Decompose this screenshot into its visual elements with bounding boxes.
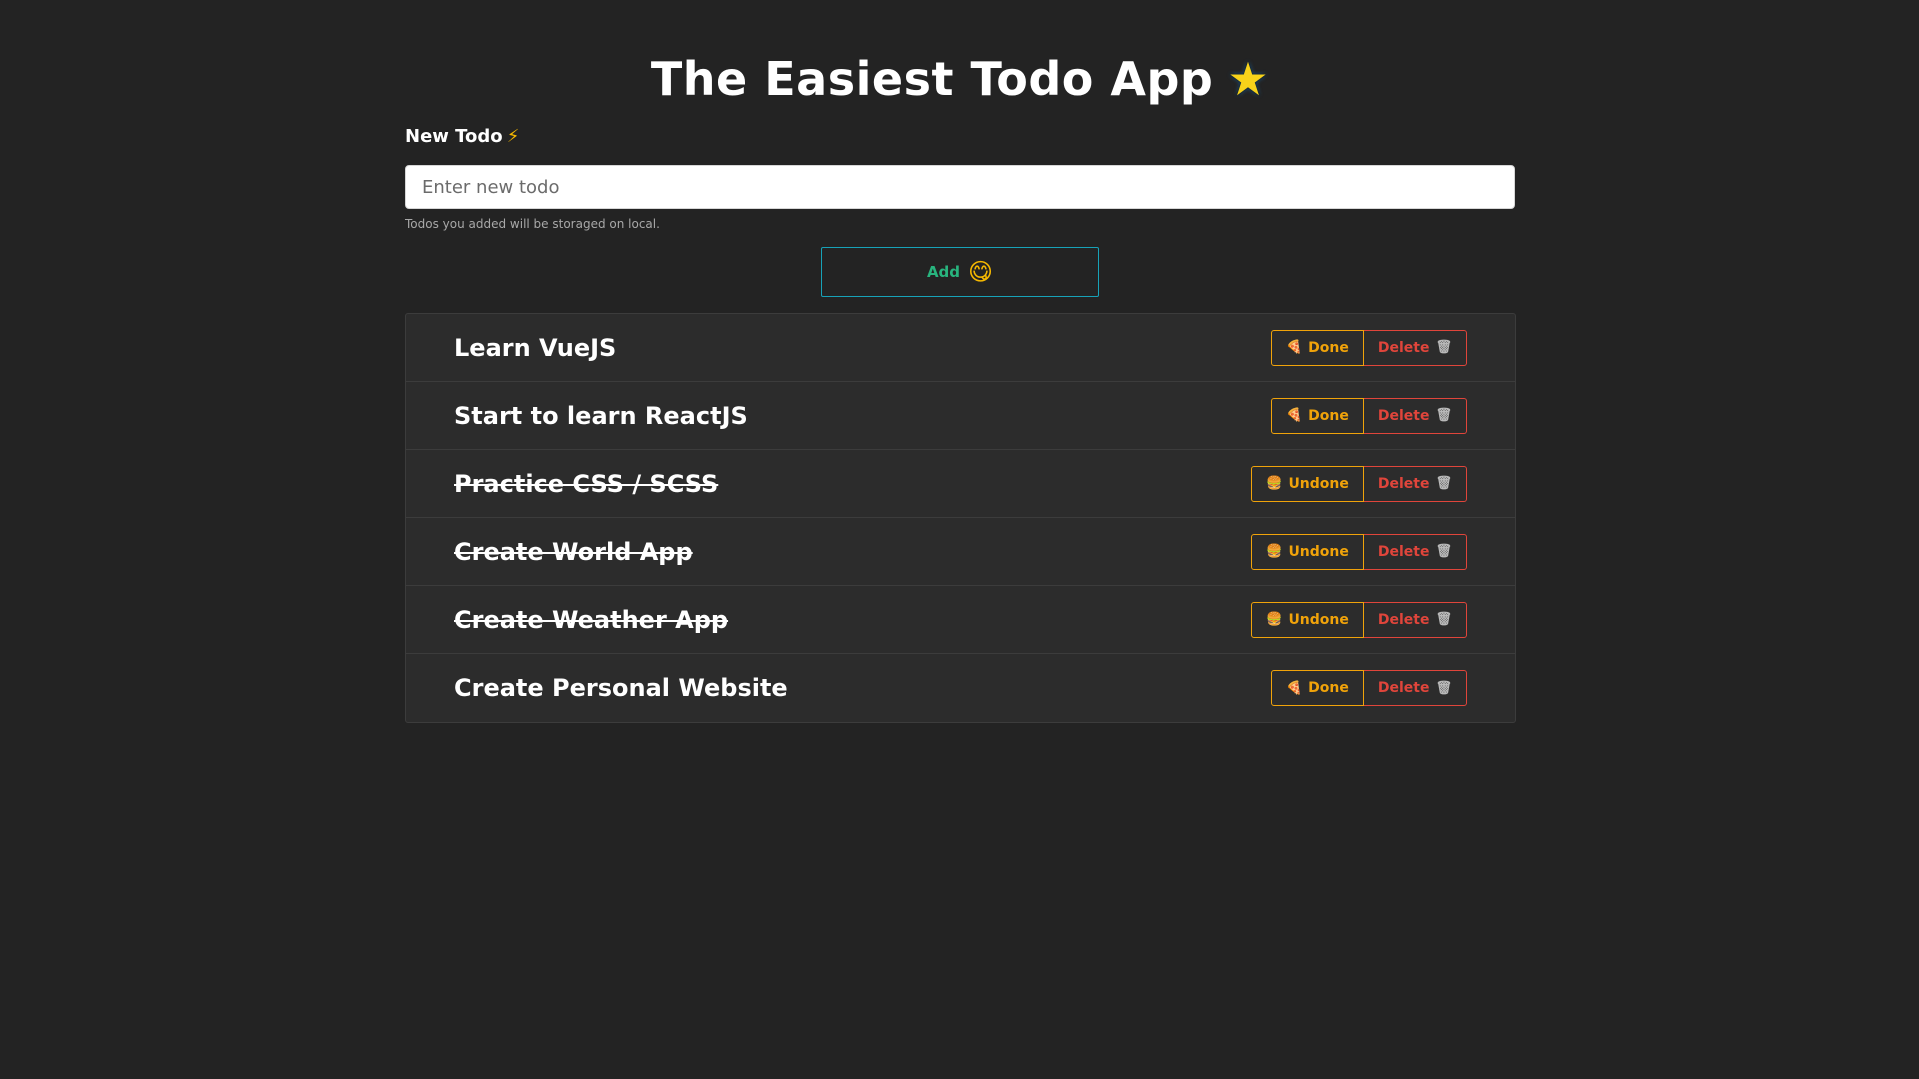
star-icon: ★ xyxy=(1227,52,1270,106)
trash-icon: 🗑 xyxy=(1435,680,1452,696)
todo-list: Learn VueJS 🍕 Done Delete 🗑 Start to learn Re… xyxy=(405,313,1516,723)
delete-button[interactable]: Delete 🗑 xyxy=(1363,670,1467,706)
new-todo-label: New Todo ⚡ xyxy=(405,124,1515,150)
toggle-button-label: Done xyxy=(1308,680,1349,696)
toggle-button-label: Done xyxy=(1308,407,1349,424)
todo-title: Learn VueJS xyxy=(454,333,617,362)
todo-actions: 🍕 Done Delete 🗑 xyxy=(1270,329,1467,366)
app-container: The Easiest Todo App★ New Todo⚡ Todos yo… xyxy=(405,0,1516,723)
toggle-button-label: Done xyxy=(1308,339,1349,356)
delete-button[interactable]: Delete 🗑 xyxy=(1363,533,1467,570)
new-todo-input[interactable] xyxy=(405,165,1515,209)
todo-actions: 🍔 Undone Delete 🗑 xyxy=(1251,601,1467,638)
todo-item: Start to learn ReactJS 🍕 Done Delete 🗑 xyxy=(406,382,1515,450)
todo-item: Create Weather App 🍔 Undone Delete 🗑 xyxy=(406,586,1515,654)
done-button[interactable]: 🍕 Done xyxy=(1270,329,1364,366)
delete-button-label: Delete xyxy=(1377,543,1430,560)
todo-title: Create Personal Website xyxy=(454,674,788,702)
page-title: The Easiest Todo App ★ xyxy=(405,0,1515,110)
todo-actions: 🍕 Done Delete 🗑 xyxy=(1270,670,1467,706)
pizza-icon: 🍕 xyxy=(1285,408,1303,423)
smiling-face-icon: 😋 xyxy=(968,258,994,286)
todo-actions: 🍔 Undone Delete 🗑 xyxy=(1251,533,1467,570)
done-button[interactable]: 🍕 Done xyxy=(1270,397,1364,434)
todo-actions: 🍔 Undone Delete 🗑 xyxy=(1251,465,1467,502)
delete-button-label: Delete xyxy=(1377,407,1430,424)
todo-title: Start to learn ReactJS xyxy=(454,401,748,430)
toggle-button-label: Undone xyxy=(1288,611,1349,628)
todo-item: Create World App 🍔 Undone Delete 🗑 xyxy=(406,518,1515,586)
delete-button-label: Delete xyxy=(1377,611,1430,628)
trash-icon: 🗑 xyxy=(1435,340,1452,355)
new-todo-label-text: New Todo xyxy=(405,126,503,147)
delete-button-label: Delete xyxy=(1377,475,1430,492)
undone-button[interactable]: 🍔 Undone xyxy=(1251,601,1364,638)
delete-button[interactable]: Delete 🗑 xyxy=(1363,465,1467,502)
delete-button[interactable]: Delete 🗑 xyxy=(1363,329,1467,366)
trash-icon: 🗑 xyxy=(1435,408,1452,423)
burger-icon: 🍔 xyxy=(1266,544,1283,559)
trash-icon: 🗑 xyxy=(1435,544,1452,559)
delete-button[interactable]: Delete 🗑 xyxy=(1363,397,1467,434)
undone-button[interactable]: 🍔 Undone xyxy=(1251,465,1364,502)
trash-icon: 🗑 xyxy=(1435,612,1452,627)
todo-title: Create World App xyxy=(454,537,693,566)
pizza-icon: 🍕 xyxy=(1285,680,1303,696)
todo-title: Practice CSS / SCSS xyxy=(454,469,719,498)
burger-icon: 🍔 xyxy=(1266,612,1283,627)
undone-button[interactable]: 🍔 Undone xyxy=(1251,533,1364,570)
todo-item: Practice CSS / SCSS 🍔 Undone Delete 🗑 xyxy=(406,450,1515,518)
todo-title: Create Weather App xyxy=(454,605,729,634)
toggle-button-label: Undone xyxy=(1288,475,1349,492)
delete-button-label: Delete xyxy=(1377,680,1430,696)
page-title-text: The Easiest Todo App xyxy=(650,52,1214,106)
storage-hint: Todos you added will be storaged on loca… xyxy=(405,217,660,231)
todo-actions: 🍕 Done Delete 🗑 xyxy=(1270,397,1467,434)
lightning-icon: ⚡ xyxy=(506,126,520,147)
todo-item: Learn VueJS 🍕 Done Delete 🗑 xyxy=(406,314,1515,382)
trash-icon: 🗑 xyxy=(1435,476,1452,491)
delete-button[interactable]: Delete 🗑 xyxy=(1363,601,1467,638)
pizza-icon: 🍕 xyxy=(1285,340,1303,355)
burger-icon: 🍔 xyxy=(1266,476,1283,491)
todo-item: Create Personal Website 🍕 Done Delete 🗑 xyxy=(406,654,1515,722)
add-button[interactable]: Add 😋 xyxy=(821,247,1099,297)
delete-button-label: Delete xyxy=(1377,339,1430,356)
done-button[interactable]: 🍕 Done xyxy=(1270,670,1364,706)
add-button-label: Add xyxy=(926,263,961,281)
toggle-button-label: Undone xyxy=(1288,543,1349,560)
